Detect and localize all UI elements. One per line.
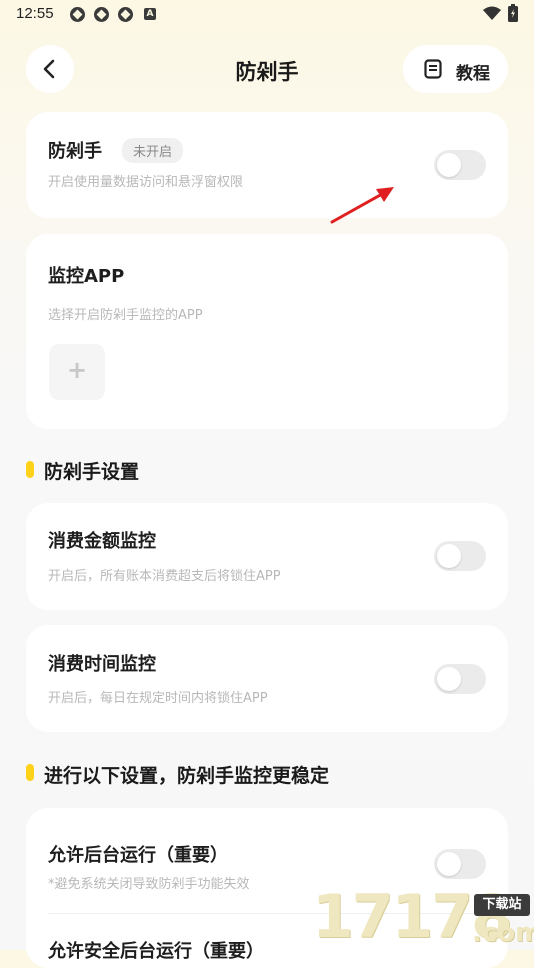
- tutorial-label: 教程: [456, 64, 490, 84]
- time-monitor-toggle[interactable]: [434, 664, 486, 694]
- stability-section-title: 进行以下设置，防剁手监控更稳定: [44, 765, 330, 787]
- anti-spend-title: 防剁手: [48, 141, 102, 162]
- toggle-knob: [437, 667, 461, 691]
- plus-icon: +: [66, 356, 88, 384]
- section-marker: [26, 461, 34, 478]
- amount-monitor-subtitle: 开启后，所有账本消费超支后将锁住APP: [48, 569, 281, 584]
- background-run-title: 允许后台运行（重要）: [48, 845, 228, 866]
- amount-monitor-title: 消费金额监控: [48, 531, 156, 552]
- toggle-knob: [437, 852, 461, 876]
- app-notification-icon: [118, 7, 133, 22]
- anti-spend-toggle[interactable]: [434, 150, 486, 180]
- add-app-button[interactable]: +: [49, 344, 105, 400]
- background-run-subtitle: *避免系统关闭导致防剁手功能失效: [48, 877, 250, 892]
- toggle-knob: [437, 153, 461, 177]
- time-monitor-title: 消费时间监控: [48, 654, 156, 675]
- settings-section-title: 防剁手设置: [44, 461, 140, 483]
- status-badge: 未开启: [122, 138, 184, 163]
- wifi-icon: [483, 6, 501, 20]
- battery-icon: [508, 4, 518, 22]
- status-time: 12:55: [16, 5, 54, 22]
- time-monitor-subtitle: 开启后，每日在规定时间内将锁住APP: [48, 691, 268, 706]
- app-notification-icon: [70, 7, 85, 22]
- notification-a-icon: A: [144, 8, 156, 20]
- status-bar: 12:55 A: [0, 0, 534, 28]
- document-icon: [424, 59, 442, 79]
- monitor-app-title: 监控APP: [48, 266, 125, 287]
- background-run-toggle[interactable]: [434, 849, 486, 879]
- watermark-tag: 下载站: [474, 894, 530, 916]
- safe-background-run-title: 允许安全后台运行（重要）: [48, 941, 264, 962]
- anti-spend-subtitle: 开启使用量数据访问和悬浮窗权限: [48, 175, 244, 190]
- monitor-app-subtitle: 选择开启防剁手监控的APP: [48, 308, 203, 323]
- app-notification-icon: [94, 7, 109, 22]
- toggle-knob: [437, 544, 461, 568]
- section-marker: [26, 764, 34, 781]
- amount-monitor-toggle[interactable]: [434, 541, 486, 571]
- red-arrow-annotation: [330, 187, 394, 224]
- watermark-suffix: .com: [472, 918, 534, 948]
